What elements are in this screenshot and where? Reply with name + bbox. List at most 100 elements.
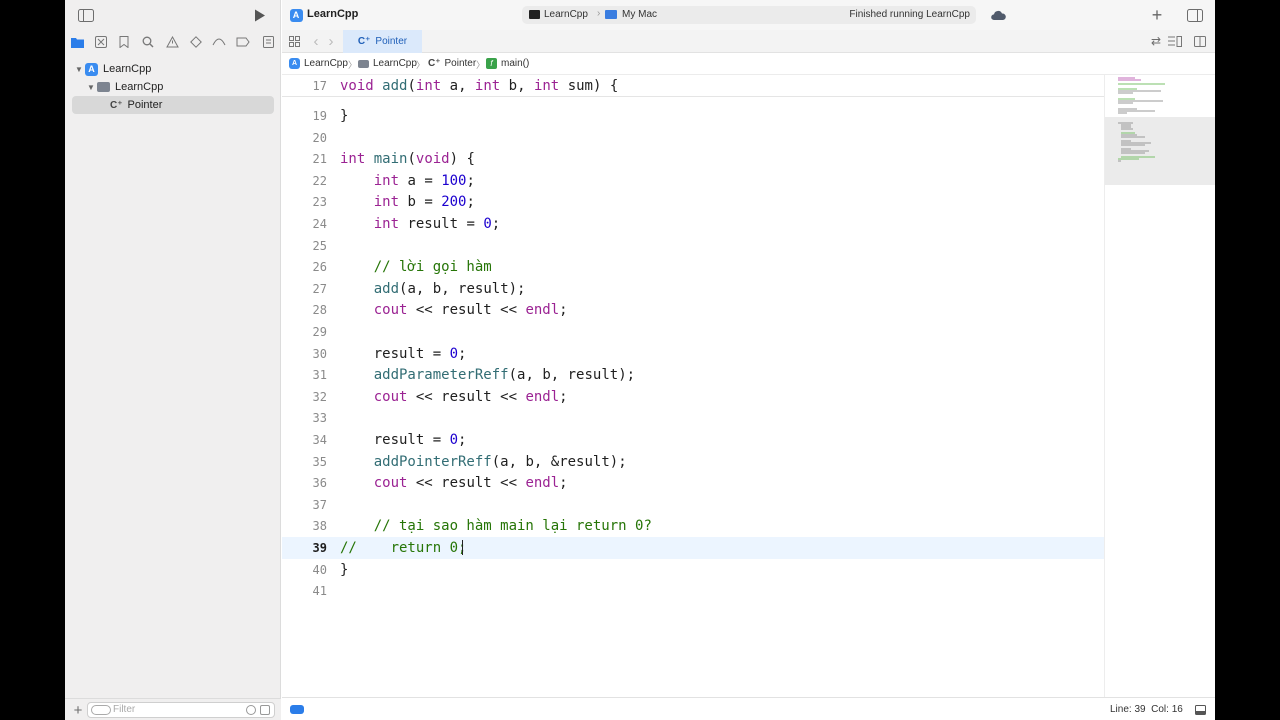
modified-files-icon[interactable] <box>260 705 270 715</box>
cpp-file-icon: C⁺ <box>428 58 441 69</box>
breadcrumb-file[interactable]: C⁺ Pointer <box>428 58 476 69</box>
text-cursor-icon <box>462 540 463 555</box>
function-symbol-icon: f <box>486 58 497 69</box>
tree-item-file-pointer[interactable]: C⁺ Pointer <box>72 96 274 114</box>
find-navigator-icon[interactable] <box>140 34 156 50</box>
report-navigator-icon[interactable] <box>260 34 276 50</box>
scheme-selector[interactable]: LearnCpp <box>544 9 588 20</box>
tree-item-group[interactable]: ▼ LearnCpp <box>65 78 281 96</box>
cpp-file-icon: C⁺ <box>357 36 371 47</box>
line-number: 23 <box>312 195 327 210</box>
inspector-toggle-icon[interactable] <box>1186 7 1204 23</box>
code-line[interactable]: 26 // lời gọi hàm <box>282 256 1104 278</box>
chevron-right-icon: 〉 <box>476 60 486 70</box>
folder-icon <box>358 59 369 68</box>
test-navigator-icon[interactable] <box>188 34 204 50</box>
cpp-file-icon: C⁺ <box>110 99 123 111</box>
code-line[interactable]: 21 int main(void) { <box>282 148 1104 170</box>
breakpoint-navigator-icon[interactable] <box>235 34 251 50</box>
laptop-icon <box>605 10 617 19</box>
destination-selector[interactable]: My Mac <box>622 9 657 20</box>
code-line[interactable]: 27 add(a, b, result); <box>282 278 1104 300</box>
code-line[interactable]: 36 cout << result << endl; <box>282 472 1104 494</box>
breadcrumb-label: LearnCpp <box>304 58 348 69</box>
code-line[interactable]: 40} <box>282 559 1104 581</box>
add-file-icon[interactable]: + <box>71 702 85 719</box>
code-line[interactable]: 23 int b = 200; <box>282 191 1104 213</box>
line-text: cout << result << endl; <box>373 302 568 319</box>
bookmark-navigator-icon[interactable] <box>116 34 132 50</box>
disclosure-open-icon[interactable]: ▼ <box>73 65 85 74</box>
code-line[interactable]: 39 // return 0; <box>282 537 1104 559</box>
swap-icon[interactable]: ⇄ <box>1149 34 1163 48</box>
source-editor[interactable]: 17 void add(int a, int b, int sum) { sum… <box>282 75 1104 697</box>
cloud-status-icon[interactable] <box>990 8 1006 22</box>
code-line[interactable]: 31 addParameterReff(a, b, result); <box>282 364 1104 386</box>
breadcrumb-project[interactable]: A LearnCpp <box>289 58 348 69</box>
back-icon[interactable]: ‹ <box>310 33 322 50</box>
split-editor-icon[interactable] <box>1193 34 1207 48</box>
tab-pointer[interactable]: C⁺ Pointer <box>343 30 422 53</box>
code-line[interactable]: 24 int result = 0; <box>282 213 1104 235</box>
filter-input[interactable]: Filter <box>87 702 275 718</box>
grid-icon[interactable] <box>287 34 301 48</box>
code-line[interactable]: 33 <box>282 407 1104 429</box>
line-number: 29 <box>312 325 327 339</box>
code-line[interactable]: 22 int a = 100; <box>282 170 1104 192</box>
line-text: // return 0; <box>340 540 467 556</box>
line-text: result = 0; <box>373 432 467 448</box>
code-line[interactable]: 19} <box>282 105 1104 127</box>
code-line[interactable]: 34 result = 0; <box>282 429 1104 451</box>
code-line[interactable]: 20 <box>282 127 1104 149</box>
code-line[interactable]: 38 // tại sao hàm main lại return 0? <box>282 515 1104 537</box>
line-number: 38 <box>312 519 327 534</box>
recent-files-icon[interactable] <box>246 705 256 715</box>
navigator-filter-bar: + Filter <box>65 698 281 720</box>
code-line[interactable]: 28 cout << result << endl; <box>282 299 1104 321</box>
breadcrumb-label: main() <box>501 58 530 69</box>
code-line[interactable]: 30 result = 0; <box>282 343 1104 365</box>
line-text: int a = 100; <box>373 172 475 189</box>
code-line[interactable]: 35 addPointerReff(a, b, &result); <box>282 451 1104 473</box>
line-number: 41 <box>312 584 327 599</box>
sidebar-toggle-icon[interactable] <box>77 7 95 23</box>
forward-icon[interactable]: › <box>325 33 337 50</box>
terminal-icon <box>529 10 540 19</box>
minimap[interactable] <box>1104 75 1215 697</box>
editor-tab-bar: ‹ › C⁺ Pointer ⇄ <box>282 30 1215 53</box>
line-text: int result = 0; <box>373 216 501 232</box>
debug-navigator-icon[interactable] <box>211 34 227 50</box>
line-number: 31 <box>312 368 327 383</box>
debug-area-toggle-icon[interactable] <box>290 705 304 714</box>
code-line[interactable]: 29 <box>282 321 1104 343</box>
code-line: 17 void add(int a, int b, int sum) { <box>282 75 1104 97</box>
add-icon[interactable]: + <box>1148 5 1166 25</box>
project-title: LearnCpp <box>307 8 359 20</box>
line-number: 36 <box>312 476 327 491</box>
project-navigator-icon[interactable] <box>69 34 85 50</box>
line-text: // lời gọi hàm <box>373 259 492 276</box>
code-line[interactable]: 25 <box>282 235 1104 257</box>
code-line[interactable]: 37 <box>282 494 1104 516</box>
chevron-right-icon: 〉 <box>416 60 426 70</box>
editor-options-icon[interactable] <box>1167 34 1183 48</box>
line-number: 26 <box>312 260 327 275</box>
run-button-icon[interactable] <box>252 7 268 23</box>
filter-options-icon[interactable] <box>91 705 111 715</box>
line-number: 39 <box>312 541 327 555</box>
debug-area-layout-icon[interactable] <box>1193 703 1207 716</box>
breadcrumb-symbol[interactable]: f main() <box>486 58 529 69</box>
line-number: 28 <box>312 303 327 318</box>
code-line[interactable]: 41 <box>282 580 1104 602</box>
line-text: addParameterReff(a, b, result); <box>373 367 636 384</box>
build-status: Finished running LearnCpp <box>849 9 970 20</box>
line-text: result = 0; <box>373 345 467 362</box>
activity-viewer: LearnCpp › My Mac Finished running Learn… <box>522 6 976 24</box>
code-line[interactable]: 32 cout << result << endl; <box>282 386 1104 408</box>
disclosure-open-icon[interactable]: ▼ <box>85 83 97 92</box>
source-control-navigator-icon[interactable] <box>93 34 109 50</box>
tree-item-label: LearnCpp <box>103 63 152 75</box>
issue-navigator-icon[interactable] <box>164 34 180 50</box>
tree-item-project[interactable]: ▼ A LearnCpp <box>65 60 281 78</box>
breadcrumb-group[interactable]: LearnCpp <box>358 58 417 69</box>
